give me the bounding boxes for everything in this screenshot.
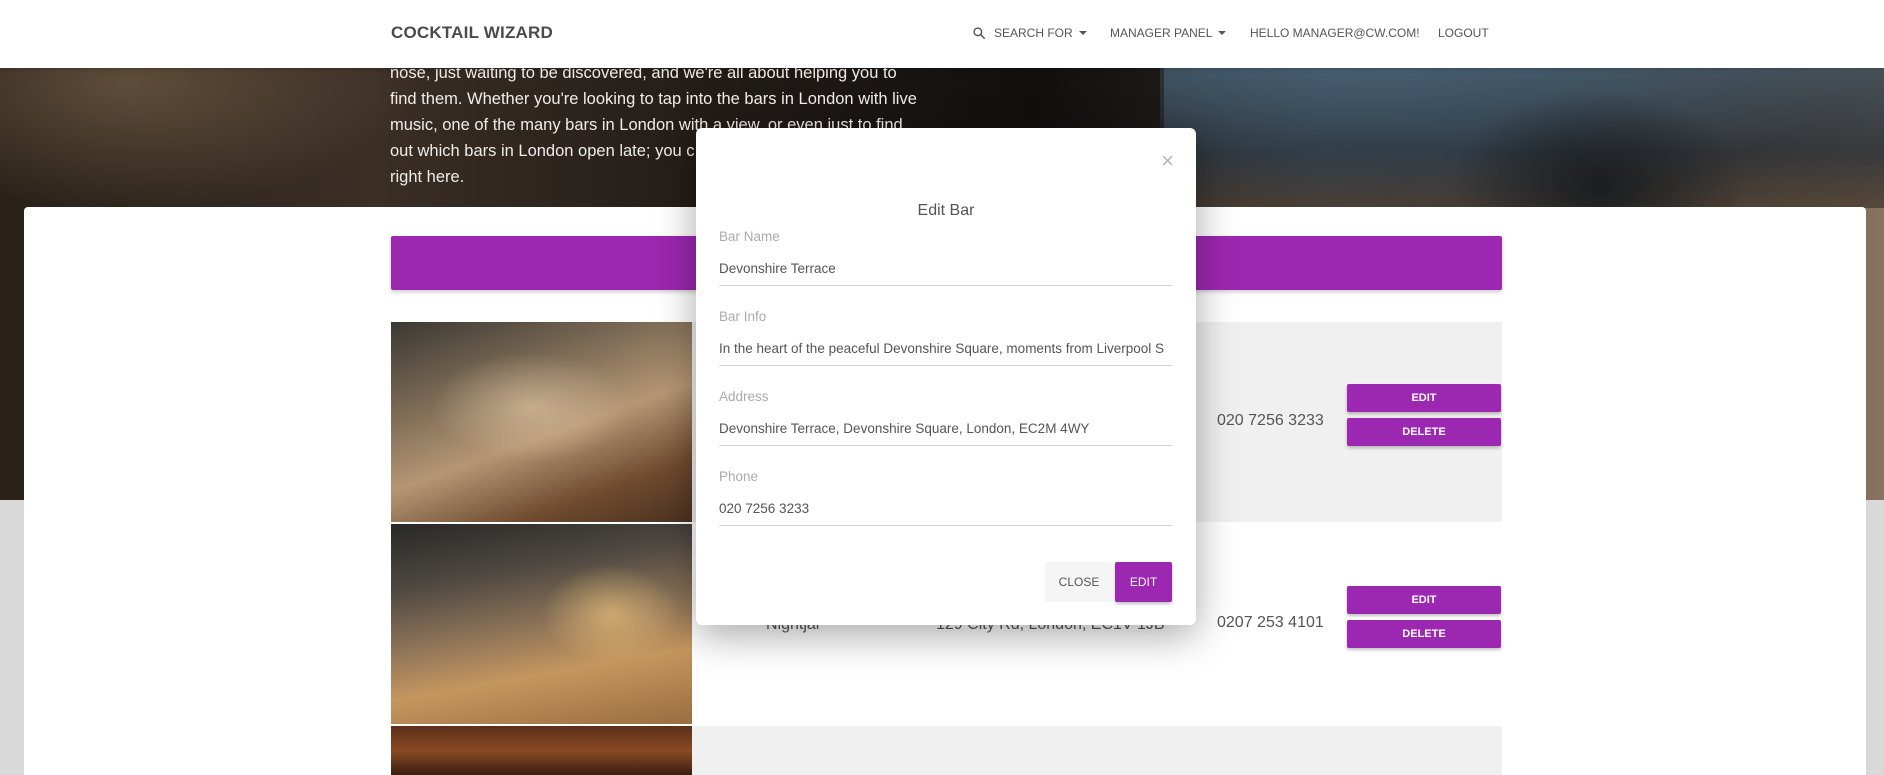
bar-name-field: Bar Name Devonshire Terrace (719, 229, 1172, 286)
close-icon[interactable]: × (1161, 150, 1174, 172)
bar-info-label: Bar Info (719, 309, 767, 324)
phone-input[interactable]: 020 7256 3233 (719, 501, 1172, 526)
modal-title: Edit Bar (917, 202, 975, 219)
bar-info-field: Bar Info In the heart of the peaceful De… (719, 309, 1172, 366)
bar-name-input[interactable]: Devonshire Terrace (719, 261, 1172, 286)
edit-bar-modal: × Edit Bar Bar Name Devonshire Terrace B… (696, 128, 1196, 625)
close-button[interactable]: CLOSE (1045, 562, 1113, 602)
submit-edit-button[interactable]: EDIT (1115, 562, 1172, 602)
address-label: Address (719, 389, 769, 404)
bar-name-label: Bar Name (719, 229, 780, 244)
bar-info-input[interactable]: In the heart of the peaceful Devonshire … (719, 341, 1172, 366)
phone-label: Phone (719, 469, 759, 484)
address-input[interactable]: Devonshire Terrace, Devonshire Square, L… (719, 421, 1172, 446)
address-field: Address Devonshire Terrace, Devonshire S… (719, 389, 1172, 446)
phone-field: Phone 020 7256 3233 (719, 469, 1172, 526)
